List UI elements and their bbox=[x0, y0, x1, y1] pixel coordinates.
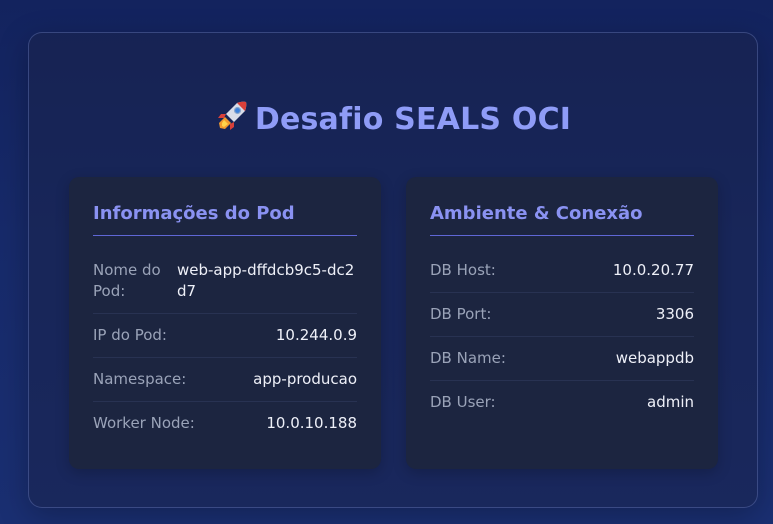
pod-info-list: Nome do Pod: web-app-dffdcb9c5-dc2d7 IP … bbox=[93, 249, 357, 445]
namespace-row: Namespace: app-producao bbox=[93, 358, 357, 402]
db-host-value: 10.0.20.77 bbox=[612, 261, 694, 279]
env-connection-card: Ambiente & Conexão DB Host: 10.0.20.77 D… bbox=[406, 177, 718, 469]
worker-node-value: 10.0.10.188 bbox=[266, 414, 357, 432]
db-name-label: DB Name: bbox=[430, 349, 506, 367]
db-host-label: DB Host: bbox=[430, 261, 496, 279]
pod-info-title: Informações do Pod bbox=[93, 203, 357, 236]
db-user-row: DB User: admin bbox=[430, 381, 694, 424]
db-port-value: 3306 bbox=[655, 305, 694, 323]
page-title-text: Desafio SEALS OCI bbox=[254, 102, 572, 137]
rocket-icon bbox=[215, 99, 249, 141]
pod-ip-label: IP do Pod: bbox=[93, 326, 167, 344]
pod-name-label: Nome do Pod: bbox=[93, 261, 161, 300]
namespace-value: app-producao bbox=[253, 370, 357, 388]
env-connection-title: Ambiente & Conexão bbox=[430, 203, 694, 236]
db-user-label: DB User: bbox=[430, 393, 496, 411]
db-user-value: admin bbox=[647, 393, 694, 411]
db-name-value: webappdb bbox=[615, 349, 694, 367]
pod-ip-row: IP do Pod: 10.244.0.9 bbox=[93, 314, 357, 358]
db-name-row: DB Name: webappdb bbox=[430, 337, 694, 381]
worker-node-row: Worker Node: 10.0.10.188 bbox=[93, 402, 357, 445]
db-host-row: DB Host: 10.0.20.77 bbox=[430, 249, 694, 293]
pod-name-row: Nome do Pod: web-app-dffdcb9c5-dc2d7 bbox=[93, 249, 357, 314]
worker-node-label: Worker Node: bbox=[93, 414, 195, 432]
db-port-label: DB Port: bbox=[430, 305, 492, 323]
pod-ip-value: 10.244.0.9 bbox=[275, 326, 357, 344]
pod-info-card: Informações do Pod Nome do Pod: web-app-… bbox=[69, 177, 381, 469]
page-title: Desafio SEALS OCI bbox=[29, 99, 757, 141]
namespace-label: Namespace: bbox=[93, 370, 187, 388]
pod-name-value: web-app-dffdcb9c5-dc2d7 bbox=[177, 261, 355, 300]
env-connection-list: DB Host: 10.0.20.77 DB Port: 3306 DB Nam… bbox=[430, 249, 694, 424]
db-port-row: DB Port: 3306 bbox=[430, 293, 694, 337]
main-container: Desafio SEALS OCI Informações do Pod Nom… bbox=[28, 32, 758, 508]
